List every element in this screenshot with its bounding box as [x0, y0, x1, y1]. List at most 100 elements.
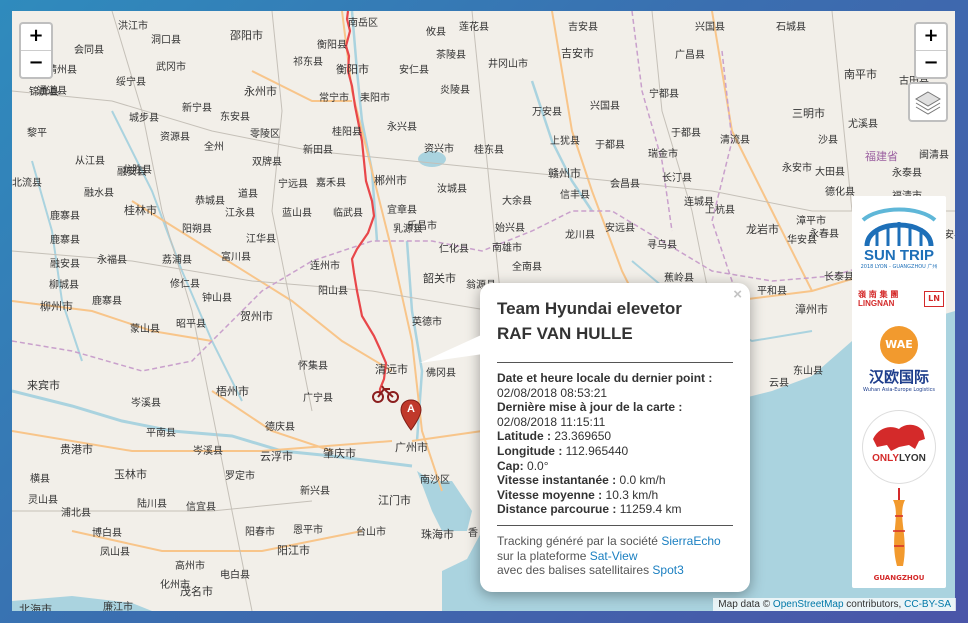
zoom-out-button-left[interactable]: −: [21, 50, 51, 77]
map-place-label: 茂名市: [180, 585, 213, 598]
map-place-label: 华安县: [787, 235, 817, 246]
sun-trip-logo[interactable]: SUN TRIP 2018 LYON - GUANGZHOU 广州: [856, 202, 942, 274]
map-place-label: 浦北县: [61, 508, 91, 519]
map-place-label: 安仁县: [399, 65, 429, 76]
info-row: Cap: 0.0°: [497, 459, 733, 474]
lion-icon: [873, 424, 925, 451]
map-place-label: 上犹县: [550, 136, 580, 147]
map-place-label: 平和县: [757, 286, 787, 297]
guangzhou-text: GUANGZHOU: [873, 574, 925, 582]
map-place-label: 会同县: [74, 45, 104, 56]
zoom-out-button-right[interactable]: −: [916, 50, 946, 77]
map-place-label: 灵山县: [28, 495, 58, 506]
map-attribution: Map data © OpenStreetMap contributors, C…: [713, 598, 956, 611]
bicycle-icon: [372, 385, 399, 403]
map-place-label: 郴州市: [374, 174, 407, 187]
wae-text: WAE: [885, 338, 913, 351]
map-place-label: 始兴县: [495, 223, 525, 234]
sun-trip-globe-icon: [861, 207, 937, 247]
map-place-label: 全州: [204, 142, 224, 153]
info-label: Distance parcourue :: [497, 502, 617, 517]
map-place-label: 兴国县: [695, 22, 725, 33]
info-label: Date et heure locale du dernier point :: [497, 371, 713, 385]
map-place-label: 北海市: [19, 603, 52, 611]
map-place-label: 昭平县: [176, 319, 206, 330]
map-place-label: 吉安市: [561, 47, 594, 60]
guangzhou-logo[interactable]: GUANGZHOU: [856, 486, 942, 586]
map-place-label: 陆川县: [137, 499, 167, 510]
hanou-subtitle: Wuhan Asia-Europe Logistics: [862, 387, 935, 393]
lingnan-logo[interactable]: 嶺 南 集 團 LINGNAN LN: [856, 289, 944, 309]
map-place-label: 莲花县: [459, 22, 489, 33]
rider-popup: × Team Hyundai elevetor RAF VAN HULLE Da…: [420, 283, 750, 592]
sun-trip-subtitle: 2018 LYON - GUANGZHOU 广州: [860, 264, 938, 270]
satview-link[interactable]: Sat-View: [590, 549, 638, 563]
map-place-label: 于都县: [671, 128, 701, 139]
map-place-label: 黎平: [27, 128, 47, 139]
map-place-label: 阳江市: [277, 544, 310, 557]
map-place-label: 吉安县: [568, 22, 598, 33]
map-place-label: 乐昌市: [407, 221, 437, 232]
map-place-label: 寻乌县: [647, 240, 677, 251]
onlylyon-lyon: LYON: [899, 453, 926, 464]
map-place-label: 宜章县: [387, 205, 417, 216]
map-place-label: 城步县: [129, 113, 159, 124]
info-value: 23.369650: [554, 429, 612, 444]
popup-close-button[interactable]: ×: [733, 286, 742, 303]
map-place-label: 岑溪县: [193, 446, 223, 457]
lingnan-badge: LN: [924, 291, 944, 307]
map-place-label: 道县: [238, 189, 258, 200]
info-row: Latitude : 23.369650: [497, 429, 733, 444]
info-row: Longitude : 112.965440: [497, 444, 733, 459]
map-place-label: 柳州市: [40, 300, 73, 313]
zoom-in-button-left[interactable]: +: [21, 24, 51, 50]
wae-logo[interactable]: WAE 汉欧国际 Wuhan Asia-Europe Logistics: [856, 326, 942, 396]
layers-button[interactable]: [908, 82, 948, 122]
info-label: Dernière mise à jour de la carte :: [497, 400, 683, 415]
info-value: 112.965440: [565, 443, 629, 458]
wae-circle-icon: WAE: [880, 326, 918, 364]
info-label: Longitude :: [497, 443, 563, 458]
onlylyon-text: ONLYLYON: [863, 453, 935, 464]
popup-team-name: Team Hyundai elevetor: [497, 299, 682, 318]
map-place-label: 南雄市: [492, 243, 522, 254]
onlylyon-only: ONLY: [872, 453, 899, 464]
zoom-in-button-right[interactable]: +: [916, 24, 946, 50]
map-place-label: 龙胜县: [122, 165, 152, 176]
popup-footer: Tracking généré par la société SierraEch…: [497, 534, 733, 578]
onlylyon-logo[interactable]: ONLYLYON: [863, 411, 935, 483]
map-place-label: 英德市: [412, 317, 442, 328]
map-place-label: 韶关市: [423, 272, 456, 285]
map-place-label: 新兴县: [300, 486, 330, 497]
map-place-label: 廉江市: [103, 602, 133, 611]
popup-info-block: Date et heure locale du dernier point :0…: [497, 371, 733, 517]
map-place-label: 洞口县: [151, 35, 181, 46]
spot3-link[interactable]: Spot3: [652, 563, 683, 577]
map-place-label: 信丰县: [560, 190, 590, 201]
map-place-label: 洪江市: [118, 21, 148, 32]
map-place-label: 沙县: [818, 135, 838, 146]
map-place-label: 闽清县: [919, 150, 949, 161]
map-place-label: 南平市: [844, 68, 877, 81]
map-place-label: 武冈市: [156, 62, 186, 73]
map-place-label: 宁都县: [649, 89, 679, 100]
map-place-label: 恭城县: [195, 196, 225, 207]
map-place-label: 双牌县: [252, 157, 282, 168]
license-link[interactable]: CC-BY-SA: [904, 599, 951, 610]
map-place-label: 赣州市: [548, 167, 581, 180]
attribution-prefix: Map data ©: [718, 599, 773, 610]
map-place-label: 清流县: [720, 135, 750, 146]
map-place-label: 新田县: [303, 145, 333, 156]
sierraecho-link[interactable]: SierraEcho: [661, 534, 720, 548]
map-place-label: 融安县: [50, 259, 80, 270]
osm-link[interactable]: OpenStreetMap: [773, 599, 844, 610]
info-label: Vitesse instantanée :: [497, 473, 617, 488]
attribution-mid: contributors,: [843, 599, 905, 610]
map-place-label: 罗定市: [225, 471, 255, 482]
map-place-label: 来宾市: [27, 379, 60, 392]
popup-tip: [420, 331, 490, 363]
map-place-label: 常宁市: [319, 93, 349, 104]
map-place-label: 安远县: [605, 223, 635, 234]
map-place-label: 鹿寨县: [50, 211, 80, 222]
map-place-label: 长泰县: [824, 272, 854, 283]
